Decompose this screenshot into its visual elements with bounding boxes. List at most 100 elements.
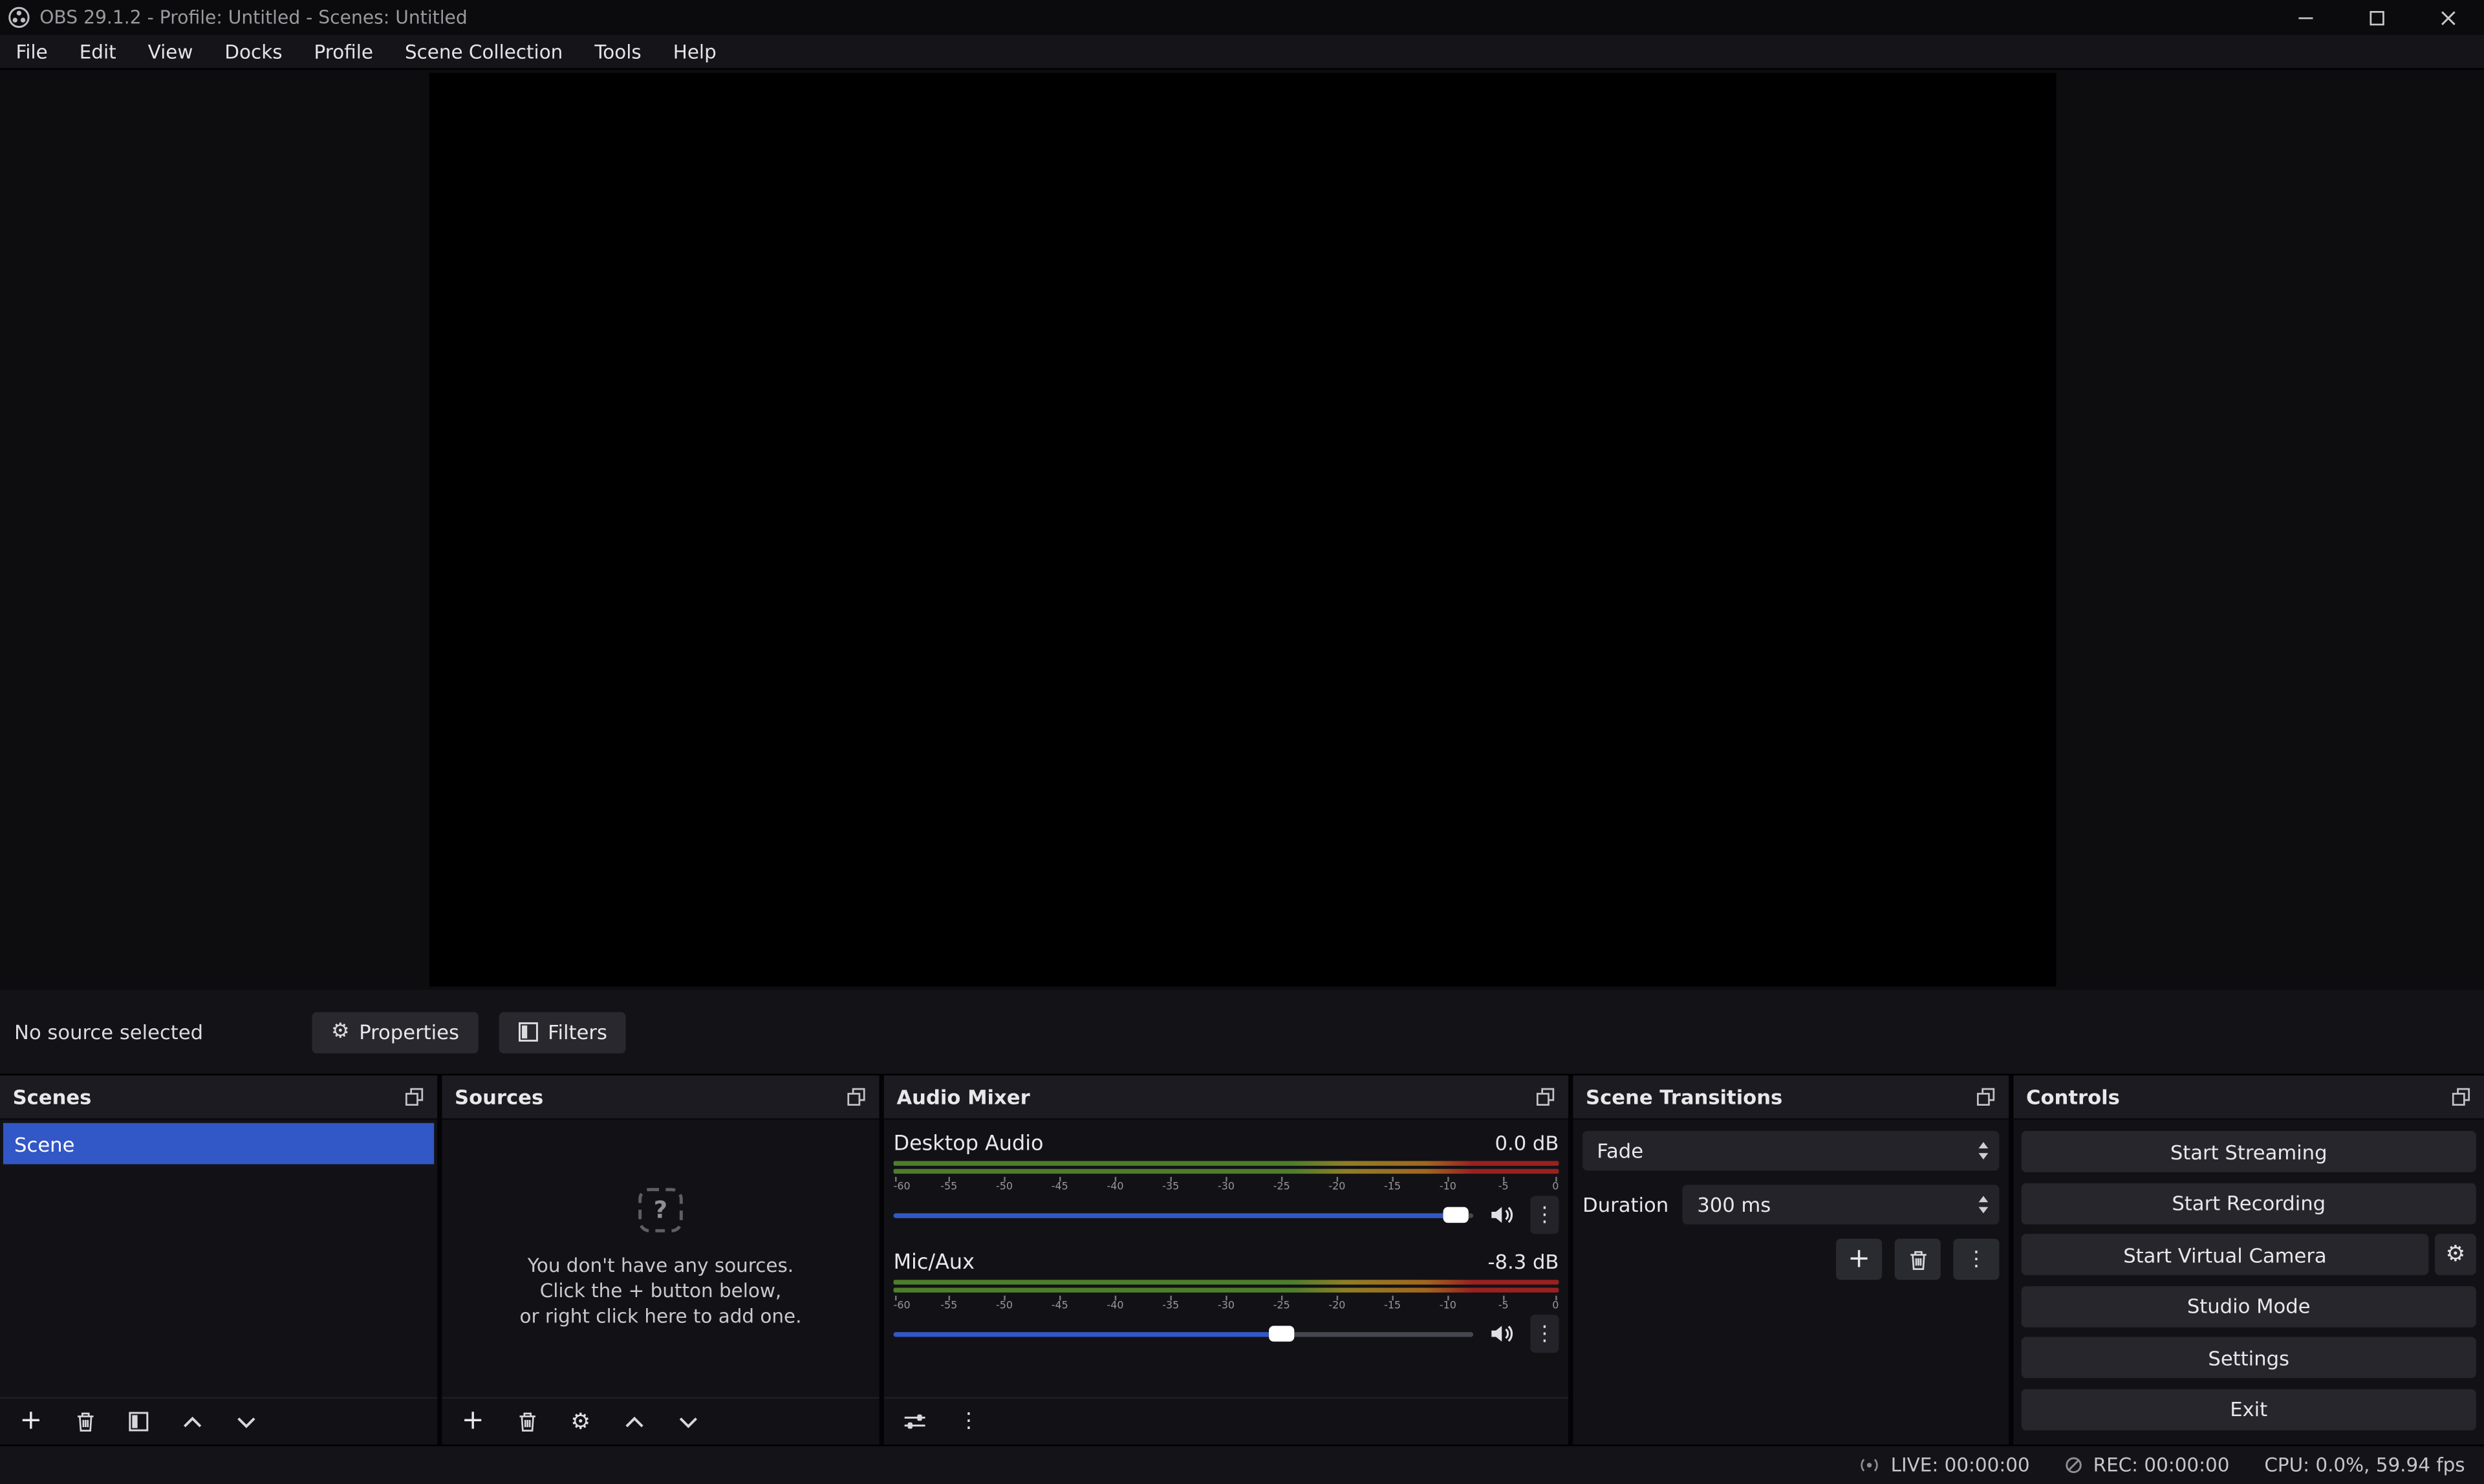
- controls-panel: Controls Start Streaming Start Recording…: [2013, 1075, 2484, 1445]
- move-source-up-button[interactable]: [616, 1403, 653, 1439]
- channel-level-db: -8.3 dB: [1487, 1250, 1559, 1274]
- popout-icon[interactable]: [846, 1086, 867, 1107]
- volume-slider[interactable]: [894, 1204, 1474, 1226]
- duration-spinbox[interactable]: 300 ms: [1683, 1185, 1999, 1224]
- db-scale-tick: -40: [1107, 1181, 1123, 1192]
- duration-value: 300 ms: [1697, 1193, 1771, 1217]
- volume-meter: [894, 1280, 1559, 1284]
- scenes-toolbar: +: [0, 1397, 437, 1445]
- channel-menu-button[interactable]: ⋮: [1530, 1196, 1559, 1234]
- volume-slider-handle[interactable]: [1269, 1326, 1295, 1341]
- updown-carets-icon: [1979, 1142, 1989, 1159]
- db-scale-tick: -20: [1328, 1300, 1345, 1311]
- transition-menu-button[interactable]: ⋮: [1953, 1239, 1999, 1280]
- volume-slider-handle[interactable]: [1443, 1207, 1469, 1223]
- obs-logo-icon: [8, 6, 30, 28]
- remove-scene-button[interactable]: [67, 1403, 103, 1439]
- add-transition-button[interactable]: +: [1836, 1239, 1882, 1280]
- menu-edit[interactable]: Edit: [63, 35, 132, 68]
- db-scale-tick: -40: [1107, 1300, 1123, 1311]
- chevron-down-icon: [678, 1415, 698, 1428]
- db-scale-tick: -50: [996, 1181, 1013, 1192]
- scene-list-item[interactable]: Scene: [3, 1123, 434, 1165]
- filters-button-label: Filters: [548, 1020, 607, 1044]
- source-properties-button[interactable]: ⚙: [563, 1403, 599, 1439]
- properties-button[interactable]: ⚙ Properties: [312, 1011, 479, 1053]
- scenes-panel-header: Scenes: [0, 1075, 437, 1120]
- add-scene-button[interactable]: +: [13, 1403, 49, 1439]
- popout-icon[interactable]: [1535, 1086, 1556, 1107]
- filters-button[interactable]: Filters: [499, 1011, 626, 1053]
- db-scale-tick: -35: [1162, 1181, 1179, 1192]
- db-scale-tick: -45: [1052, 1300, 1068, 1311]
- trash-icon: [75, 1412, 94, 1432]
- cpu-status: CPU: 0.0%, 59.94 fps: [2264, 1454, 2465, 1476]
- db-scale-tick: -15: [1384, 1181, 1401, 1192]
- transition-select-value: Fade: [1597, 1139, 1643, 1163]
- menu-profile[interactable]: Profile: [298, 35, 389, 68]
- minimize-button[interactable]: [2270, 0, 2341, 35]
- volume-meter: [894, 1169, 1559, 1174]
- program-canvas[interactable]: [429, 73, 2056, 987]
- maximize-button[interactable]: [2342, 0, 2413, 35]
- add-source-button[interactable]: +: [455, 1403, 491, 1439]
- menu-scene-collection[interactable]: Scene Collection: [389, 35, 578, 68]
- exit-button[interactable]: Exit: [2022, 1388, 2476, 1430]
- db-scale-tick: -45: [1052, 1181, 1068, 1192]
- sources-list[interactable]: ? You don't have any sources. Click the …: [442, 1120, 879, 1397]
- scene-transitions-panel-header: Scene Transitions: [1573, 1075, 2009, 1120]
- move-scene-down-button[interactable]: [228, 1403, 265, 1439]
- menu-tools[interactable]: Tools: [579, 35, 657, 68]
- menu-docks[interactable]: Docks: [209, 35, 298, 68]
- remove-transition-button[interactable]: [1895, 1239, 1941, 1280]
- duration-label: Duration: [1582, 1193, 1669, 1217]
- sliders-icon: [903, 1412, 927, 1432]
- sources-panel-header: Sources: [442, 1075, 879, 1120]
- slider-fill: [894, 1212, 1456, 1218]
- popout-icon[interactable]: [1976, 1086, 1996, 1107]
- transition-select[interactable]: Fade: [1582, 1131, 1999, 1170]
- sources-panel: Sources ? You don't have any sources. Cl…: [442, 1075, 879, 1445]
- db-scale-tick: -30: [1218, 1300, 1235, 1311]
- popout-icon[interactable]: [404, 1086, 425, 1107]
- sources-panel-title: Sources: [455, 1085, 543, 1109]
- filter-icon: [128, 1412, 149, 1432]
- db-scale-tick: -60: [894, 1300, 911, 1311]
- mute-button[interactable]: [1486, 1320, 1518, 1348]
- start-recording-button[interactable]: Start Recording: [2022, 1183, 2476, 1224]
- live-status: LIVE: 00:00:00: [1856, 1454, 2030, 1476]
- menu-help[interactable]: Help: [657, 35, 732, 68]
- speaker-icon: [1489, 1204, 1515, 1226]
- advanced-audio-button[interactable]: [896, 1403, 933, 1439]
- virtual-camera-settings-button[interactable]: ⚙: [2435, 1234, 2476, 1275]
- menu-file[interactable]: File: [0, 35, 63, 68]
- popout-icon[interactable]: [2451, 1086, 2472, 1107]
- db-scale-tick: -30: [1218, 1181, 1235, 1192]
- mute-button[interactable]: [1486, 1201, 1518, 1229]
- chevron-down-icon: [236, 1415, 257, 1428]
- menu-view[interactable]: View: [132, 35, 209, 68]
- remove-source-button[interactable]: [508, 1403, 545, 1439]
- start-virtual-camera-button[interactable]: Start Virtual Camera: [2022, 1234, 2429, 1275]
- volume-meter: [894, 1161, 1559, 1166]
- settings-button[interactable]: Settings: [2022, 1337, 2476, 1378]
- sources-empty-line1: You don't have any sources.: [528, 1253, 794, 1278]
- studio-mode-button[interactable]: Studio Mode: [2022, 1285, 2476, 1327]
- mixer-menu-button[interactable]: ⋮: [951, 1403, 987, 1439]
- dots-vertical-icon: ⋮: [1966, 1249, 1987, 1270]
- scene-filters-button[interactable]: [120, 1403, 157, 1439]
- move-scene-up-button[interactable]: [174, 1403, 210, 1439]
- rec-status: REC: 00:00:00: [2065, 1454, 2230, 1476]
- trash-icon: [1908, 1249, 1927, 1270]
- trash-icon: [517, 1412, 536, 1432]
- start-streaming-button[interactable]: Start Streaming: [2022, 1131, 2476, 1172]
- db-scale-tick: -25: [1273, 1300, 1290, 1311]
- scenes-panel-title: Scenes: [13, 1085, 92, 1109]
- plus-icon: +: [462, 1408, 484, 1436]
- channel-menu-button[interactable]: ⋮: [1530, 1315, 1559, 1353]
- volume-slider[interactable]: [894, 1322, 1474, 1344]
- close-button[interactable]: [2413, 0, 2484, 35]
- move-source-down-button[interactable]: [670, 1403, 706, 1439]
- db-scale-tick: -55: [940, 1181, 957, 1192]
- sources-toolbar: + ⚙: [442, 1397, 879, 1445]
